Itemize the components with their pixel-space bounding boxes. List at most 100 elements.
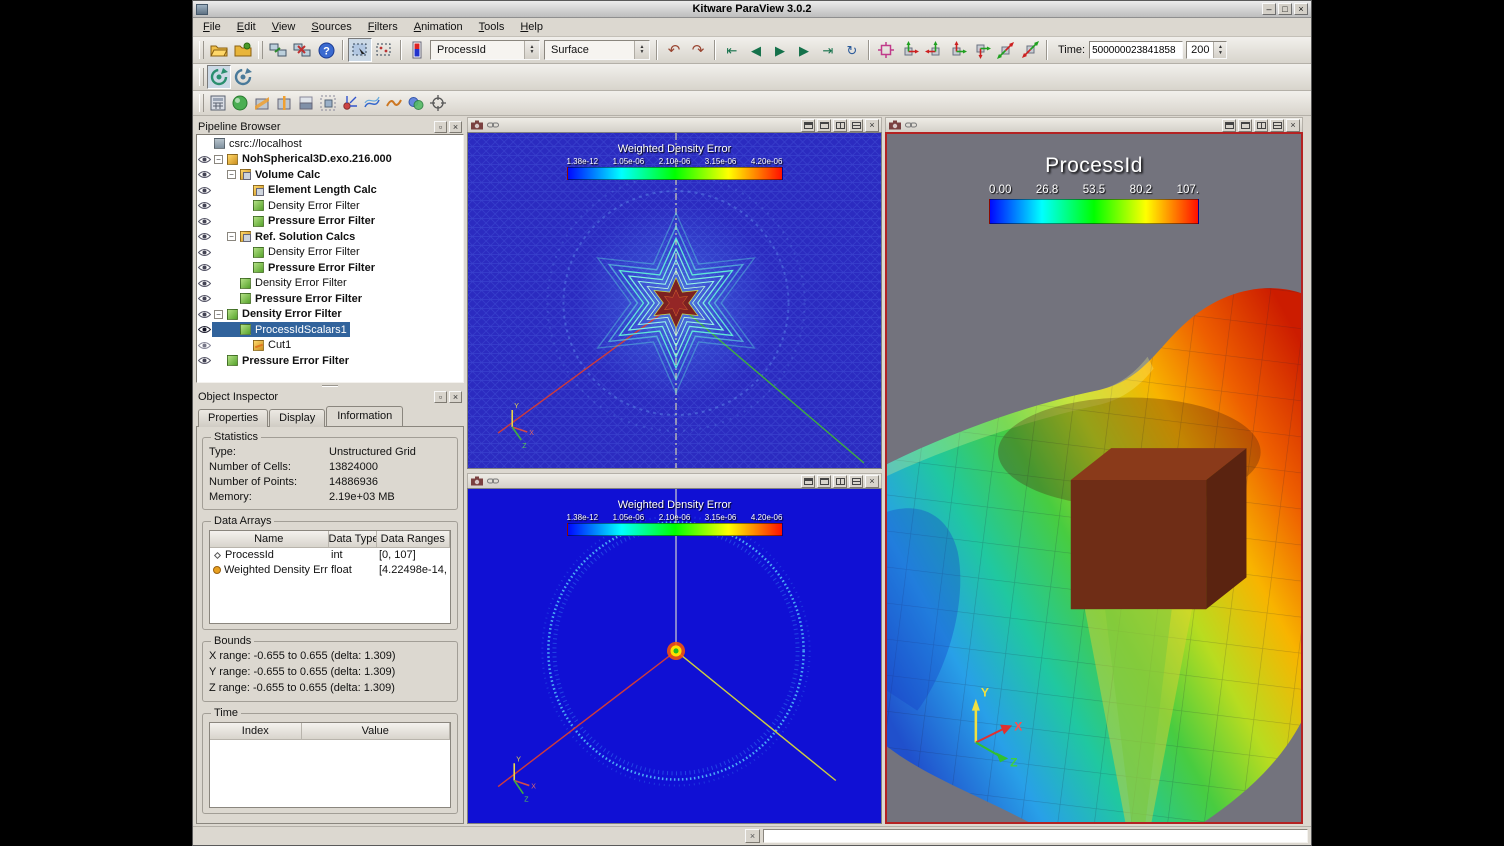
- tab-properties[interactable]: Properties: [198, 409, 268, 427]
- pipeline-browser-header[interactable]: Pipeline Browser ▫ ×: [196, 119, 464, 134]
- minimize-button[interactable]: –: [1262, 3, 1276, 15]
- colorbar-density-top[interactable]: Weighted Density Error 1.38e-121.05e-062…: [567, 143, 783, 180]
- calculator-filter-button[interactable]: [207, 92, 229, 114]
- pipeline-tree-item-selected[interactable]: ProcessIdScalars1: [197, 322, 463, 338]
- visibility-eye-icon[interactable]: [197, 310, 212, 319]
- select-cells-button[interactable]: [348, 38, 372, 62]
- float-panel-button[interactable]: ▫: [434, 121, 447, 133]
- set-view-minus-x-button[interactable]: [922, 38, 946, 62]
- rescale-to-data-range-button[interactable]: [207, 65, 231, 89]
- visibility-eye-icon[interactable]: [197, 232, 212, 241]
- collapse-icon[interactable]: −: [214, 310, 223, 319]
- pipeline-tree-item[interactable]: −Volume Calc: [197, 167, 463, 183]
- set-view-plus-x-button[interactable]: [898, 38, 922, 62]
- tab-information[interactable]: Information: [326, 406, 403, 426]
- vcr-last-frame-button[interactable]: ⇥: [816, 38, 840, 62]
- vcr-next-frame-button[interactable]: ▶: [792, 38, 816, 62]
- pipeline-tree-item[interactable]: −Density Error Filter: [197, 307, 463, 323]
- pipeline-tree-item[interactable]: Density Error Filter: [197, 198, 463, 214]
- pipeline-tree-item[interactable]: csrc://localhost: [197, 136, 463, 152]
- abort-progress-button[interactable]: ×: [745, 829, 760, 843]
- threshold-filter-button[interactable]: [295, 92, 317, 114]
- visibility-eye-icon[interactable]: [197, 217, 212, 226]
- menu-filters[interactable]: Filters: [360, 19, 406, 35]
- set-view-plus-y-button[interactable]: [946, 38, 970, 62]
- menu-tools[interactable]: Tools: [471, 19, 513, 35]
- toolbar-handle[interactable]: [199, 41, 204, 59]
- set-view-minus-y-button[interactable]: [970, 38, 994, 62]
- colorbar-processid[interactable]: ProcessId 0.0026.853.580.2107.: [989, 154, 1199, 224]
- close-panel-button[interactable]: ×: [449, 391, 462, 403]
- undo-button[interactable]: ↶: [662, 38, 686, 62]
- pipeline-tree-item[interactable]: Density Error Filter: [197, 245, 463, 261]
- glyph-filter-button[interactable]: [339, 92, 361, 114]
- close-panel-button[interactable]: ×: [449, 121, 462, 133]
- visibility-eye-icon[interactable]: [197, 155, 212, 164]
- collapse-icon[interactable]: −: [214, 155, 223, 164]
- group-datasets-button[interactable]: [405, 92, 427, 114]
- undock-view-button[interactable]: [801, 475, 815, 488]
- redo-button[interactable]: ↷: [686, 38, 710, 62]
- save-data-button[interactable]: [231, 38, 255, 62]
- collapse-icon[interactable]: −: [227, 170, 236, 179]
- contour-filter-button[interactable]: [229, 92, 251, 114]
- visibility-eye-icon[interactable]: [197, 248, 212, 257]
- extract-subset-filter-button[interactable]: [317, 92, 339, 114]
- vcr-first-frame-button[interactable]: ⇤: [720, 38, 744, 62]
- render-canvas-density-bottom[interactable]: Y X Z Weighted Density Error 1.38e-121.0…: [467, 488, 882, 824]
- pipeline-tree-item[interactable]: Pressure Error Filter: [197, 214, 463, 230]
- pipeline-tree-item[interactable]: −Ref. Solution Calcs: [197, 229, 463, 245]
- tab-display[interactable]: Display: [269, 409, 325, 427]
- frame-spinbox[interactable]: 200 ▲▼: [1186, 41, 1227, 59]
- table-row[interactable]: Weighted Density Error float [4.22498e-1…: [210, 562, 450, 577]
- object-inspector-header[interactable]: Object Inspector ▫ ×: [196, 389, 464, 404]
- time-table[interactable]: Index Value: [209, 722, 451, 808]
- render-canvas-density-top[interactable]: Y X Z Weighted Density Error 1.38e-121.0…: [467, 132, 882, 469]
- link-view-icon[interactable]: [486, 119, 500, 132]
- pipeline-tree-item[interactable]: Density Error Filter: [197, 276, 463, 292]
- table-row[interactable]: ProcessId int [0, 107]: [210, 547, 450, 562]
- camera-icon[interactable]: [470, 119, 484, 132]
- maximize-view-button[interactable]: [817, 475, 831, 488]
- representation-combobox[interactable]: Surface ▲▼: [544, 40, 650, 60]
- camera-icon[interactable]: [888, 119, 902, 132]
- help-button[interactable]: ?: [314, 38, 338, 62]
- probe-location-button[interactable]: [427, 92, 449, 114]
- visibility-eye-icon[interactable]: [197, 294, 212, 303]
- visibility-eye-icon[interactable]: [197, 170, 212, 179]
- menu-animation[interactable]: Animation: [406, 19, 471, 35]
- toolbar-handle[interactable]: [199, 94, 204, 112]
- set-view-minus-z-button[interactable]: [1018, 38, 1042, 62]
- menu-sources[interactable]: Sources: [303, 19, 359, 35]
- pipeline-tree-item[interactable]: Pressure Error Filter: [197, 260, 463, 276]
- split-horizontal-button[interactable]: [833, 119, 847, 132]
- menu-view[interactable]: View: [264, 19, 304, 35]
- split-vertical-button[interactable]: [849, 119, 863, 132]
- float-panel-button[interactable]: ▫: [434, 391, 447, 403]
- slice-filter-button[interactable]: [273, 92, 295, 114]
- maximize-view-button[interactable]: [1238, 119, 1252, 132]
- split-horizontal-button[interactable]: [1254, 119, 1268, 132]
- close-button[interactable]: ×: [1294, 3, 1308, 15]
- titlebar[interactable]: Kitware ParaView 3.0.2 – □ ×: [193, 1, 1311, 18]
- menu-help[interactable]: Help: [512, 19, 551, 35]
- rescale-to-custom-range-button[interactable]: [231, 65, 255, 89]
- combo-arrows-icon[interactable]: ▲▼: [634, 41, 649, 59]
- data-arrays-table[interactable]: Name Data Type Data Ranges ProcessId int…: [209, 530, 451, 624]
- toolbar-handle[interactable]: [258, 41, 263, 59]
- colorbar-density-bottom[interactable]: Weighted Density Error 1.38e-121.05e-062…: [567, 499, 783, 536]
- set-view-plus-z-button[interactable]: [994, 38, 1018, 62]
- stream-tracer-filter-button[interactable]: [361, 92, 383, 114]
- camera-icon[interactable]: [470, 475, 484, 488]
- reset-camera-button[interactable]: [874, 38, 898, 62]
- spinbox-arrows-icon[interactable]: ▲▼: [1213, 42, 1226, 58]
- vcr-previous-frame-button[interactable]: ◀: [744, 38, 768, 62]
- undock-view-button[interactable]: [1222, 119, 1236, 132]
- undock-view-button[interactable]: [801, 119, 815, 132]
- combo-arrows-icon[interactable]: ▲▼: [524, 41, 539, 59]
- visibility-eye-icon[interactable]: [197, 201, 212, 210]
- pipeline-tree-item[interactable]: Cut1: [197, 338, 463, 354]
- pipeline-tree-item[interactable]: Pressure Error Filter: [197, 353, 463, 369]
- pipeline-tree-item[interactable]: Element Length Calc: [197, 183, 463, 199]
- close-view-button[interactable]: ×: [865, 119, 879, 132]
